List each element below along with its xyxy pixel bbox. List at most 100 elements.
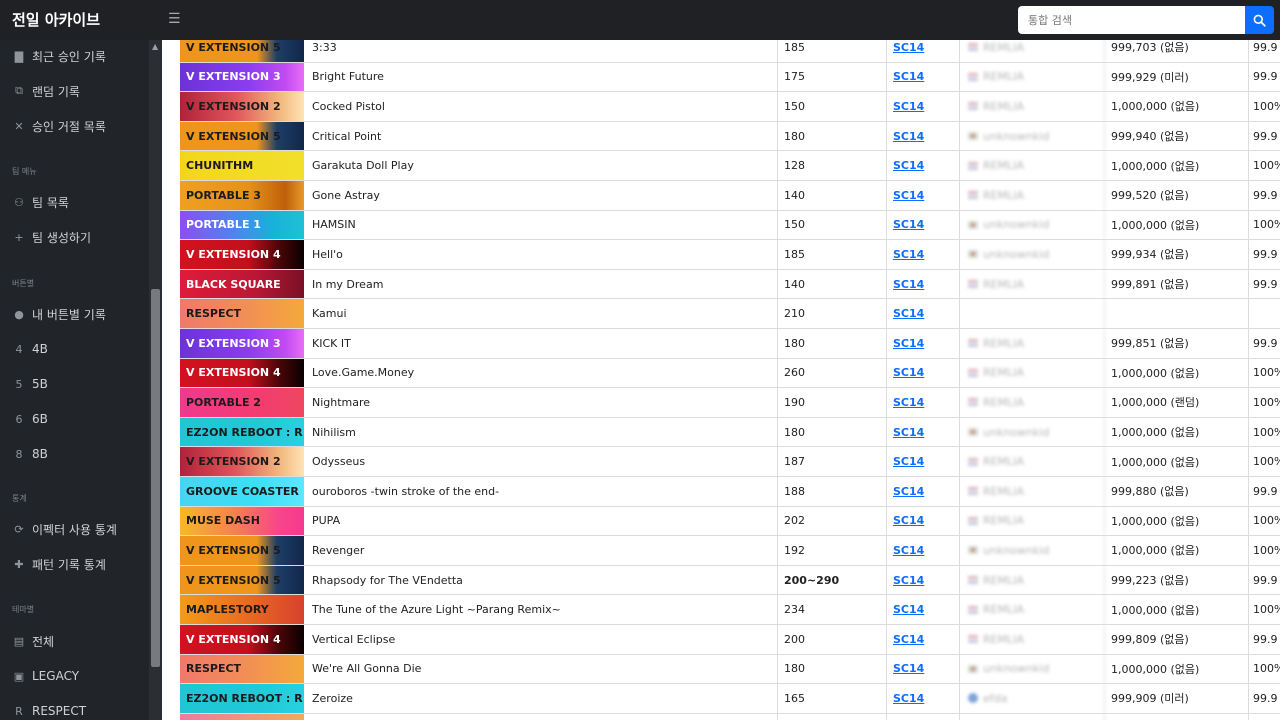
record-holder[interactable]: REMLIA [960, 40, 1105, 62]
dlc-badge[interactable]: V EXTENSION 2 [180, 92, 304, 121]
scroll-up-arrow-icon[interactable]: ▲ [152, 42, 158, 51]
song-title[interactable] [306, 713, 778, 720]
pattern-link[interactable]: SC14 [887, 684, 960, 713]
dlc-badge[interactable] [180, 713, 304, 720]
dlc-badge[interactable]: EZ2ON REBOOT : R [180, 417, 304, 447]
record-holder[interactable]: REMLIA [960, 388, 1105, 417]
pattern-link[interactable]: SC14 [887, 536, 960, 565]
dlc-badge[interactable]: PORTABLE 1 [180, 210, 304, 240]
record-holder[interactable]: REMLIA [960, 447, 1105, 476]
song-title[interactable]: Love.Game.Money [306, 358, 778, 388]
record-holder[interactable]: efda [960, 684, 1105, 713]
pattern-link[interactable]: SC14 [887, 447, 960, 476]
song-title[interactable]: 3:33 [306, 40, 778, 62]
pattern-link[interactable]: SC14 [887, 625, 960, 654]
record-holder[interactable]: unknownkid [960, 240, 1105, 269]
song-title[interactable]: HAMSIN [306, 210, 778, 240]
pattern-link[interactable]: SC14 [887, 388, 960, 417]
sidebar-item-8b[interactable]: 8 8B [12, 444, 48, 464]
sidebar-item-4b[interactable]: 4 4B [12, 339, 48, 359]
sidebar-item-all[interactable]: ▤ 전체 [12, 631, 54, 651]
record-holder[interactable] [960, 713, 1105, 720]
song-title[interactable]: In my Dream [306, 269, 778, 299]
dlc-badge[interactable]: RESPECT [180, 299, 304, 328]
song-title[interactable]: Nightmare [306, 388, 778, 417]
pattern-link[interactable]: SC14 [887, 299, 960, 328]
song-title[interactable]: Odysseus [306, 447, 778, 476]
song-title[interactable]: PUPA [306, 506, 778, 536]
record-holder[interactable]: REMLIA [960, 92, 1105, 121]
pattern-link[interactable]: SC14 [887, 269, 960, 299]
record-holder[interactable]: REMLIA [960, 565, 1105, 595]
pattern-link[interactable] [887, 713, 960, 720]
dlc-badge[interactable]: RESPECT [180, 654, 304, 684]
record-holder[interactable]: unknownkid [960, 417, 1105, 447]
dlc-badge[interactable]: GROOVE COASTER [180, 477, 304, 506]
dlc-badge[interactable]: V EXTENSION 5 [180, 565, 304, 595]
dlc-badge[interactable]: V EXTENSION 4 [180, 358, 304, 388]
pattern-link[interactable]: SC14 [887, 181, 960, 210]
song-title[interactable]: Bright Future [306, 62, 778, 92]
dlc-badge[interactable]: V EXTENSION 2 [180, 447, 304, 476]
pattern-link[interactable]: SC14 [887, 565, 960, 595]
dlc-badge[interactable]: MAPLESTORY [180, 595, 304, 624]
sidebar-item-legacy[interactable]: ▣ LEGACY [12, 666, 79, 686]
record-holder[interactable]: REMLIA [960, 62, 1105, 92]
pattern-link[interactable]: SC14 [887, 92, 960, 121]
record-holder[interactable] [960, 299, 1105, 328]
song-title[interactable]: Nihilism [306, 417, 778, 447]
dlc-badge[interactable]: PORTABLE 3 [180, 181, 304, 210]
dlc-badge[interactable]: PORTABLE 2 [180, 388, 304, 417]
dlc-badge[interactable]: V EXTENSION 3 [180, 62, 304, 92]
song-title[interactable]: Vertical Eclipse [306, 625, 778, 654]
song-title[interactable]: Gone Astray [306, 181, 778, 210]
song-title[interactable]: Hell'o [306, 240, 778, 269]
song-title[interactable]: We're All Gonna Die [306, 654, 778, 684]
record-holder[interactable]: REMLIA [960, 477, 1105, 506]
pattern-link[interactable]: SC14 [887, 417, 960, 447]
pattern-link[interactable]: SC14 [887, 210, 960, 240]
record-holder[interactable]: REMLIA [960, 506, 1105, 536]
sidebar-item-5b[interactable]: 5 5B [12, 374, 48, 394]
sidebar-item-rejected[interactable]: ✕ 승인 거절 목록 [12, 116, 105, 136]
dlc-badge[interactable]: V EXTENSION 4 [180, 625, 304, 654]
dlc-badge[interactable]: EZ2ON REBOOT : R [180, 684, 304, 713]
sidebar-item-recent-approved[interactable]: ▇ 최근 승인 기록 [12, 46, 106, 66]
song-title[interactable]: The Tune of the Azure Light ~Parang Remi… [306, 595, 778, 624]
song-title[interactable]: KICK IT [306, 329, 778, 358]
app-title[interactable]: 전일 아카이브 [12, 9, 100, 30]
hamburger-icon[interactable]: ☰ [168, 11, 181, 27]
pattern-link[interactable]: SC14 [887, 62, 960, 92]
song-title[interactable]: Zeroize [306, 684, 778, 713]
record-holder[interactable]: REMLIA [960, 358, 1105, 388]
dlc-badge[interactable]: V EXTENSION 5 [180, 121, 304, 151]
song-title[interactable]: Revenger [306, 536, 778, 565]
sidebar-item-team-list[interactable]: ⚇ 팀 목록 [12, 192, 69, 212]
dlc-badge[interactable]: V EXTENSION 5 [180, 40, 304, 62]
record-holder[interactable]: REMLIA [960, 269, 1105, 299]
song-title[interactable]: ouroboros -twin stroke of the end- [306, 477, 778, 506]
record-holder[interactable]: REMLIA [960, 625, 1105, 654]
dlc-badge[interactable]: V EXTENSION 4 [180, 240, 304, 269]
pattern-link[interactable]: SC14 [887, 121, 960, 151]
record-holder[interactable]: REMLIA [960, 151, 1105, 180]
song-title[interactable]: Rhapsody for The VEndetta [306, 565, 778, 595]
dlc-badge[interactable]: BLACK SQUARE [180, 269, 304, 299]
record-holder[interactable]: unknownkid [960, 654, 1105, 684]
pattern-link[interactable]: SC14 [887, 477, 960, 506]
song-title[interactable]: Kamui [306, 299, 778, 328]
record-holder[interactable]: REMLIA [960, 329, 1105, 358]
sidebar-item-random[interactable]: ⧉ 랜덤 기록 [12, 81, 80, 101]
record-holder[interactable]: unknownkid [960, 210, 1105, 240]
search-button[interactable] [1245, 6, 1274, 34]
pattern-link[interactable]: SC14 [887, 40, 960, 62]
pattern-link[interactable]: SC14 [887, 151, 960, 180]
record-holder[interactable]: REMLIA [960, 595, 1105, 624]
song-title[interactable]: Cocked Pistol [306, 92, 778, 121]
song-title[interactable]: Critical Point [306, 121, 778, 151]
dlc-badge[interactable]: V EXTENSION 3 [180, 329, 304, 358]
sidebar-item-my-records[interactable]: ● 내 버튼별 기록 [12, 304, 106, 324]
record-holder[interactable]: unknownkid [960, 121, 1105, 151]
pattern-link[interactable]: SC14 [887, 506, 960, 536]
scrollbar-thumb[interactable] [151, 289, 160, 667]
